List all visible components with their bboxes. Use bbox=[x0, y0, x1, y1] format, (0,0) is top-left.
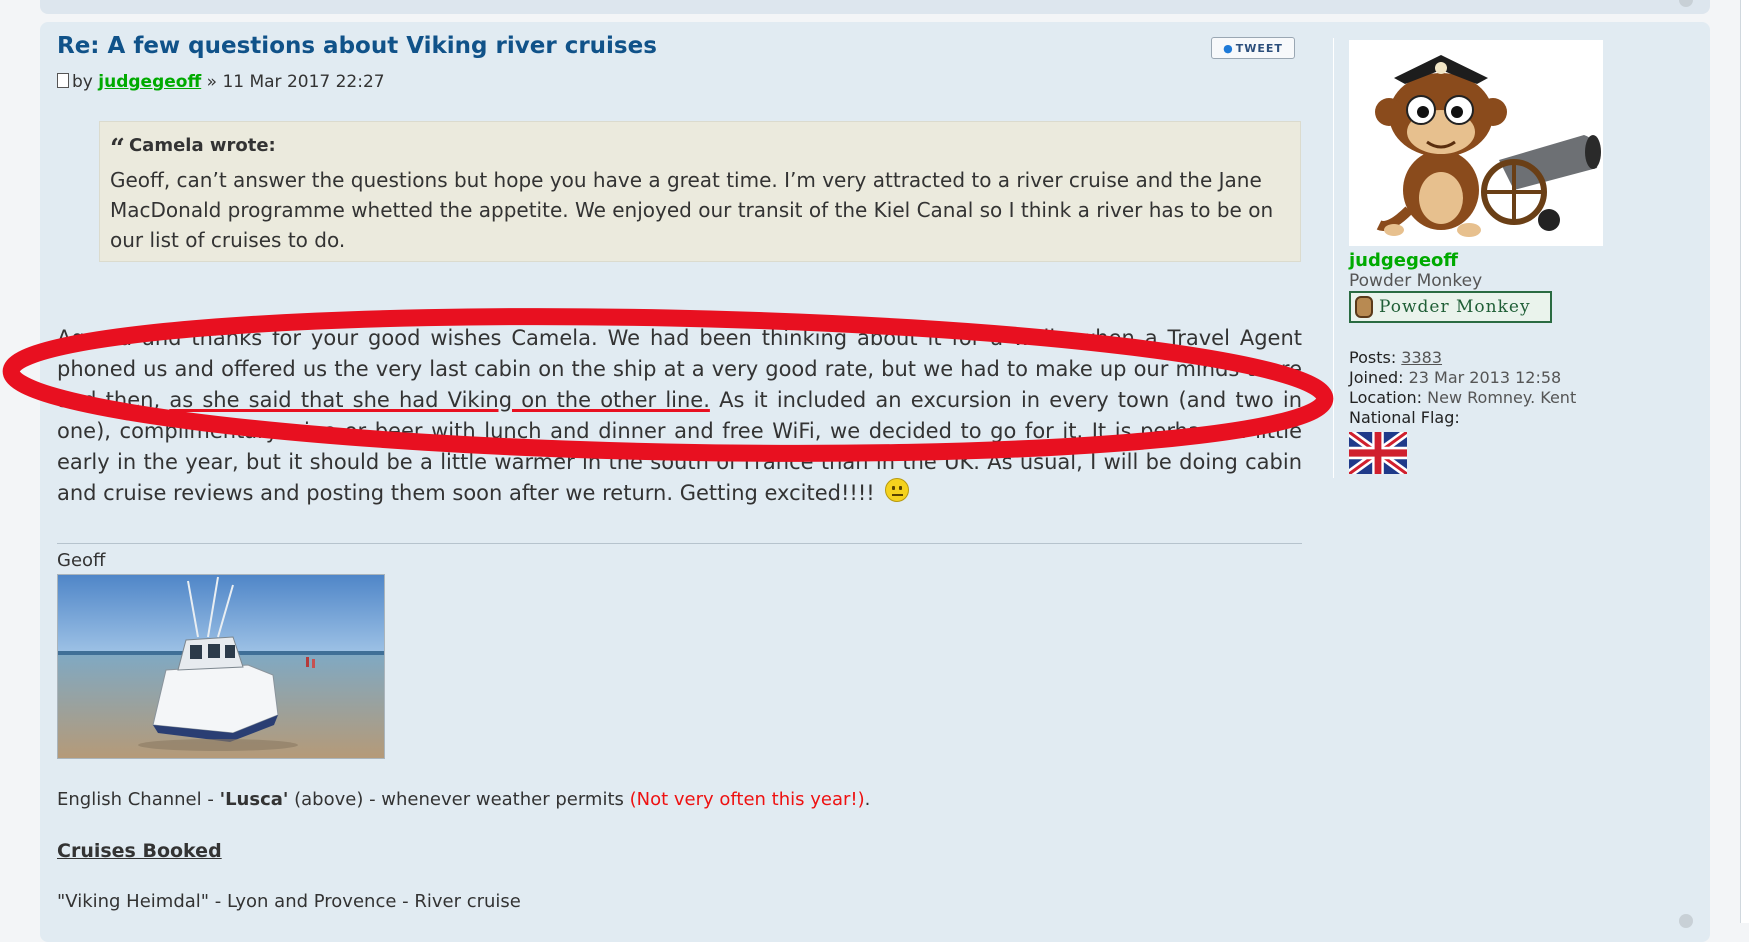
boat-photo bbox=[57, 574, 385, 759]
quote-cite: “Camela wrote: bbox=[110, 134, 1290, 164]
date-separator: » bbox=[201, 72, 223, 92]
by-label: by bbox=[72, 72, 93, 92]
quote-block: “Camela wrote: Geoff, can’t answer the q… bbox=[99, 121, 1301, 262]
rank-badge-label: Powder Monkey bbox=[1379, 297, 1531, 317]
signature-boat-line: English Channel - 'Lusca' (above) - when… bbox=[57, 789, 870, 810]
flag-label: National Flag: bbox=[1349, 408, 1460, 427]
location-row: Location: New Romney. Kent bbox=[1349, 388, 1576, 408]
signature-divider bbox=[57, 543, 1302, 544]
signature-name: Geoff bbox=[57, 550, 106, 571]
post-title-link[interactable]: Re: A few questions about Viking river c… bbox=[57, 30, 1302, 62]
boat-prefix: English Channel - bbox=[57, 789, 220, 810]
post-text-underlined: as she said that she had Viking on the o… bbox=[169, 388, 710, 412]
profile-rank: Powder Monkey bbox=[1349, 271, 1483, 291]
tweet-button[interactable]: ● TWEET bbox=[1211, 37, 1295, 59]
post-date: 11 Mar 2017 22:27 bbox=[222, 72, 385, 92]
post-header: Re: A few questions about Viking river c… bbox=[57, 30, 1302, 62]
boat-end: . bbox=[864, 789, 871, 810]
profile-username[interactable]: judgegeoff bbox=[1349, 250, 1458, 271]
profile-divider bbox=[1333, 38, 1334, 478]
flag-row: National Flag: bbox=[1349, 408, 1576, 428]
quote-cite-text: Camela wrote: bbox=[128, 135, 276, 156]
previous-post-edge bbox=[40, 0, 1710, 14]
boat-name: 'Lusca' bbox=[219, 789, 289, 810]
joined-row: Joined: 23 Mar 2013 12:58 bbox=[1349, 368, 1576, 388]
union-jack-flag-icon bbox=[1349, 432, 1407, 474]
window-scrollbar[interactable] bbox=[1740, 0, 1749, 923]
joined-date: 23 Mar 2013 12:58 bbox=[1408, 368, 1562, 387]
boat-suffix: (above) - whenever weather permits bbox=[288, 789, 630, 810]
grin-smiley-icon bbox=[885, 478, 910, 502]
joined-label: Joined: bbox=[1349, 368, 1404, 387]
scroll-indicator-bottom bbox=[1679, 914, 1693, 928]
posts-count-link[interactable]: 3383 bbox=[1401, 348, 1442, 367]
posts-label: Posts: bbox=[1349, 348, 1397, 367]
rank-badge: Powder Monkey bbox=[1349, 291, 1552, 323]
twitter-bird-icon: ● bbox=[1223, 42, 1234, 55]
location-label: Location: bbox=[1349, 388, 1423, 407]
monkey-cannon-avatar[interactable] bbox=[1349, 40, 1603, 246]
powder-barrel-icon bbox=[1355, 296, 1373, 318]
quote-mark-icon: “ bbox=[110, 134, 125, 164]
booked-cruise-item: "Viking Heimdal" - Lyon and Provence - R… bbox=[57, 891, 521, 912]
tweet-label: TWEET bbox=[1235, 42, 1283, 55]
author-link[interactable]: judgegeoff bbox=[98, 72, 201, 92]
post-page-icon[interactable] bbox=[57, 73, 69, 88]
cruises-booked-heading: Cruises Booked bbox=[57, 840, 222, 862]
post-author-line: by judgegeoff » 11 Mar 2017 22:27 bbox=[57, 72, 385, 92]
posts-row: Posts: 3383 bbox=[1349, 348, 1576, 368]
quote-text: Geoff, can’t answer the questions but ho… bbox=[110, 168, 1274, 252]
location-value: New Romney. Kent bbox=[1427, 388, 1577, 407]
boat-note: (Not very often this year!) bbox=[629, 789, 865, 810]
post-content: Agreed and thanks for your good wishes C… bbox=[57, 323, 1302, 509]
profile-stats: Posts: 3383 Joined: 23 Mar 2013 12:58 Lo… bbox=[1349, 348, 1576, 428]
